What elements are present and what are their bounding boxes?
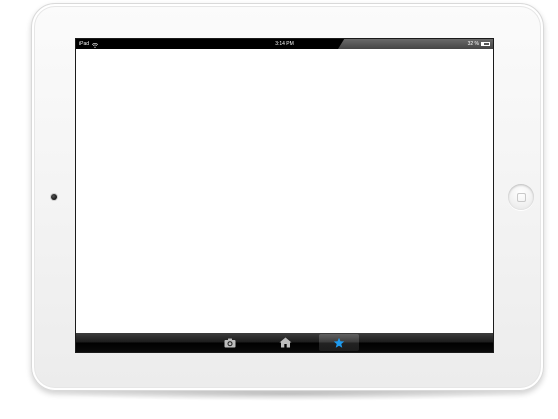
screen: iPad 3:14 PM 32 % bbox=[75, 38, 494, 353]
status-bar: iPad 3:14 PM 32 % bbox=[76, 39, 493, 49]
star-icon bbox=[333, 337, 345, 348]
battery-percent: 32 % bbox=[467, 41, 479, 47]
home-button-square-icon bbox=[517, 193, 526, 202]
content-area[interactable] bbox=[76, 49, 493, 333]
home-button[interactable] bbox=[508, 184, 534, 210]
tab-home[interactable] bbox=[265, 334, 305, 351]
tab-camera[interactable] bbox=[210, 334, 250, 351]
battery-fill bbox=[482, 43, 485, 45]
tab-favorites[interactable] bbox=[319, 334, 359, 351]
camera-icon bbox=[224, 338, 236, 347]
status-time: 3:14 PM bbox=[275, 41, 294, 47]
home-icon bbox=[279, 337, 291, 348]
tab-bar bbox=[76, 333, 493, 352]
ipad-frame: iPad 3:14 PM 32 % bbox=[31, 3, 544, 391]
status-right: 32 % bbox=[468, 39, 490, 49]
battery-icon bbox=[481, 42, 490, 46]
front-camera bbox=[51, 194, 57, 200]
